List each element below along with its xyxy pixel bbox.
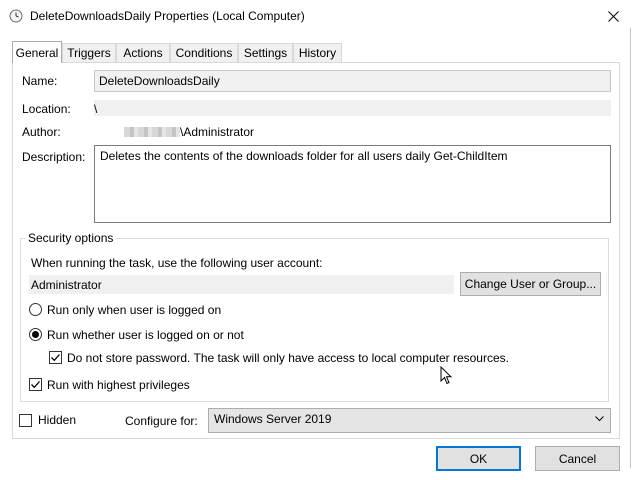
radio-whether-logged-on[interactable] <box>29 328 42 341</box>
author-field[interactable]: \Administrator <box>180 125 254 139</box>
description-label: Description: <box>22 150 86 164</box>
highest-privileges-checkbox[interactable] <box>29 378 42 391</box>
radio-selected-dot <box>32 331 39 338</box>
location-label: Location: <box>22 102 71 116</box>
do-not-store-password-label[interactable]: Do not store password. The task will onl… <box>67 351 509 365</box>
window-edge <box>630 28 631 468</box>
account-prompt: When running the task, use the following… <box>31 256 323 270</box>
text-cursor-icon <box>440 366 452 385</box>
author-label: Author: <box>22 125 61 139</box>
tab-general[interactable]: General <box>12 41 62 63</box>
tab-triggers[interactable]: Triggers <box>62 43 116 62</box>
description-textarea[interactable]: Deletes the contents of the downloads fo… <box>94 145 611 223</box>
redacted-domain <box>124 127 180 137</box>
cancel-button[interactable]: Cancel <box>535 446 620 471</box>
tab-history[interactable]: History <box>293 43 342 62</box>
user-account-field: Administrator <box>29 275 454 294</box>
tab-settings[interactable]: Settings <box>238 43 293 62</box>
do-not-store-password-checkbox[interactable] <box>49 351 62 364</box>
configure-for-dropdown[interactable]: Windows Server 2019 <box>208 408 611 433</box>
tab-conditions[interactable]: Conditions <box>170 43 238 62</box>
security-options-title: Security options <box>25 231 117 245</box>
checkmark-icon <box>51 354 60 362</box>
radio-whether-label[interactable]: Run whether user is logged on or not <box>47 328 244 342</box>
highest-privileges-label[interactable]: Run with highest privileges <box>47 378 190 392</box>
chevron-down-icon <box>595 416 604 422</box>
checkmark-icon <box>31 381 40 389</box>
name-field[interactable]: DeleteDownloadsDaily <box>94 70 611 92</box>
tab-actions[interactable]: Actions <box>116 43 170 62</box>
close-icon <box>607 10 619 22</box>
radio-logged-on[interactable] <box>29 303 42 316</box>
name-label: Name: <box>22 74 58 88</box>
ok-button[interactable]: OK <box>436 446 521 471</box>
change-user-button[interactable]: Change User or Group... <box>460 272 601 296</box>
window-title: DeleteDownloadsDaily Properties (Local C… <box>30 9 305 23</box>
clock-icon <box>9 9 23 23</box>
close-button[interactable] <box>596 2 630 30</box>
configure-for-label: Configure for: <box>125 414 198 428</box>
hidden-checkbox[interactable] <box>19 414 32 427</box>
radio-logged-on-label[interactable]: Run only when user is logged on <box>47 303 221 317</box>
location-field[interactable]: \ <box>94 100 611 116</box>
configure-for-value: Windows Server 2019 <box>214 412 332 426</box>
hidden-label[interactable]: Hidden <box>38 413 76 427</box>
title-bar: DeleteDownloadsDaily Properties (Local C… <box>0 0 632 32</box>
